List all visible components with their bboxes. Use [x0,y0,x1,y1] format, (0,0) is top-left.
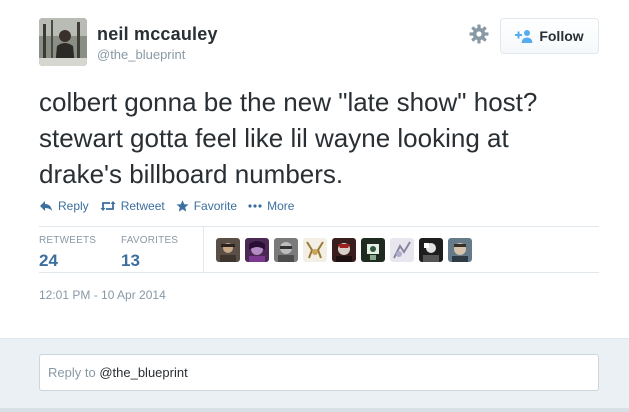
retweets-stat[interactable]: RETWEETS 24 [39,235,96,271]
add-person-icon [515,29,533,43]
retweets-label: RETWEETS [39,235,97,246]
author-avatar[interactable] [39,18,87,66]
author-handle[interactable]: @the_blueprint [97,47,185,62]
gear-icon[interactable] [468,23,490,45]
tweet-timestamp[interactable]: 12:01 PM - 10 Apr 2014 [39,288,166,302]
favoriter-avatar[interactable] [390,238,414,262]
reply-arrow-icon [40,201,52,211]
stats-divider [203,227,204,273]
favoriter-avatar[interactable] [361,238,385,262]
favorite-label: Favorite [193,199,238,213]
favoriter-avatars [216,238,472,262]
tweet-container: neil mccauley @the_blueprint Follow colb… [0,0,629,338]
more-action[interactable]: More [248,199,294,213]
author-name[interactable]: neil mccauley [97,24,218,45]
retweet-icon [100,201,116,211]
reply-area: Reply to @the_blueprint [0,338,629,412]
bottom-border [0,408,629,412]
favorites-label: FAVORITES [121,235,179,246]
follow-label: Follow [539,28,584,44]
favoriter-avatar[interactable] [245,238,269,262]
retweet-label: Retweet [120,199,165,213]
reply-input[interactable]: Reply to @the_blueprint [39,354,599,391]
tweet-text: colbert gonna be the new "late show" hos… [39,84,609,192]
reply-prefix: Reply to [48,365,96,380]
more-label: More [267,199,295,213]
retweet-action[interactable]: Retweet [100,199,165,213]
tweet-line: stewart gotta feel like lil wayne lookin… [39,123,509,153]
star-icon [176,200,189,212]
reply-handle: @the_blueprint [99,365,188,380]
tweet-line: drake's billboard numbers. [39,159,344,189]
tweet-stats: RETWEETS 24 FAVORITES 13 [39,226,599,273]
favorites-count: 13 [121,251,140,270]
tweet-actions: Reply Retweet Favorite More [39,198,305,214]
favoriter-avatar[interactable] [448,238,472,262]
reply-label: Reply [58,199,89,213]
favoriter-avatar[interactable] [332,238,356,262]
favoriter-avatar[interactable] [419,238,443,262]
favorites-stat[interactable]: FAVORITES 13 [121,235,178,271]
reply-action[interactable]: Reply [39,199,89,213]
tweet-line: colbert gonna be the new "late show" hos… [39,87,538,117]
favoriter-avatar[interactable] [303,238,327,262]
follow-button[interactable]: Follow [500,18,599,54]
ellipsis-icon [248,204,262,208]
favorite-action[interactable]: Favorite [176,199,237,213]
favoriter-avatar[interactable] [274,238,298,262]
favoriter-avatar[interactable] [216,238,240,262]
retweets-count: 24 [39,251,58,270]
